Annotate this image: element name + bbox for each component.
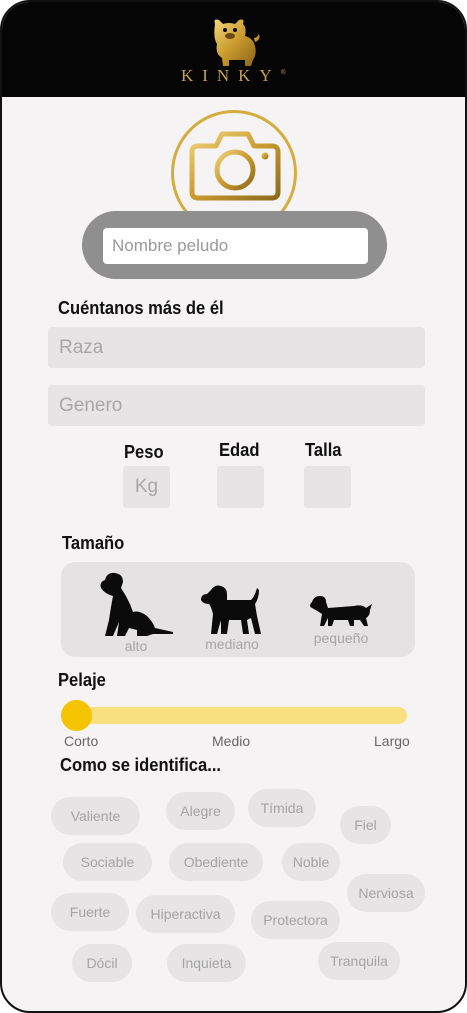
trait-chip[interactable]: Fiel — [340, 806, 391, 844]
coat-title: Pelaje — [58, 670, 106, 690]
age-input[interactable] — [217, 466, 264, 508]
size-input[interactable] — [304, 466, 351, 508]
trait-chip[interactable]: Valiente — [51, 797, 140, 835]
trait-chip[interactable]: Noble — [282, 843, 340, 881]
brand-wordmark: KINKY® — [180, 66, 287, 85]
phone-screen: KINKY® Cuéntanos más de él Peso Edad Tal… — [0, 0, 467, 1013]
size-option-label: pequeño — [313, 630, 369, 646]
age-label: Edad — [219, 440, 260, 460]
gender-input[interactable] — [48, 385, 425, 426]
trait-chip[interactable]: Tímida — [248, 789, 316, 827]
size-option-medium[interactable]: mediano — [192, 584, 272, 652]
medium-dog-icon — [201, 585, 261, 634]
weight-input[interactable] — [123, 466, 170, 508]
small-dog-icon — [310, 596, 372, 626]
pet-name-input[interactable] — [103, 228, 368, 264]
trait-chip[interactable]: Obediente — [169, 843, 263, 881]
traits-title: Como se identifica... — [60, 755, 222, 775]
camera-icon[interactable] — [188, 128, 282, 204]
trait-chip[interactable]: Fuerte — [51, 893, 129, 931]
coat-slider-track[interactable] — [64, 707, 407, 724]
details-title: Cuéntanos más de él — [58, 298, 224, 318]
tall-dog-icon — [100, 572, 173, 636]
coat-label-short: Corto — [64, 733, 99, 749]
trait-chip[interactable]: Tranquila — [318, 942, 400, 980]
trait-chip[interactable]: Nerviosa — [347, 874, 425, 912]
breed-input[interactable] — [48, 327, 425, 368]
size-option-tall[interactable]: alto — [96, 570, 176, 654]
trait-chip[interactable]: Protectora — [251, 901, 340, 939]
size-option-label: alto — [124, 638, 148, 654]
size-option-label: mediano — [205, 636, 259, 652]
trait-chip[interactable]: Sociable — [63, 843, 152, 881]
trait-chip[interactable]: Dócil — [72, 944, 132, 982]
trait-chip[interactable]: Hiperactiva — [136, 895, 235, 933]
trait-chip[interactable]: Alegre — [166, 792, 235, 830]
size-option-small[interactable]: pequeño — [301, 594, 381, 646]
coat-label-medium: Medio — [212, 733, 251, 749]
size-label: Talla — [305, 440, 342, 460]
app-header: KINKY® — [2, 2, 465, 97]
coat-slider-thumb[interactable] — [61, 700, 92, 731]
trait-chip[interactable]: Inquieta — [167, 944, 246, 982]
pug-logo-icon — [214, 19, 260, 66]
coat-label-long: Largo — [374, 733, 410, 749]
size-title: Tamaño — [62, 533, 125, 553]
weight-label: Peso — [124, 442, 164, 462]
